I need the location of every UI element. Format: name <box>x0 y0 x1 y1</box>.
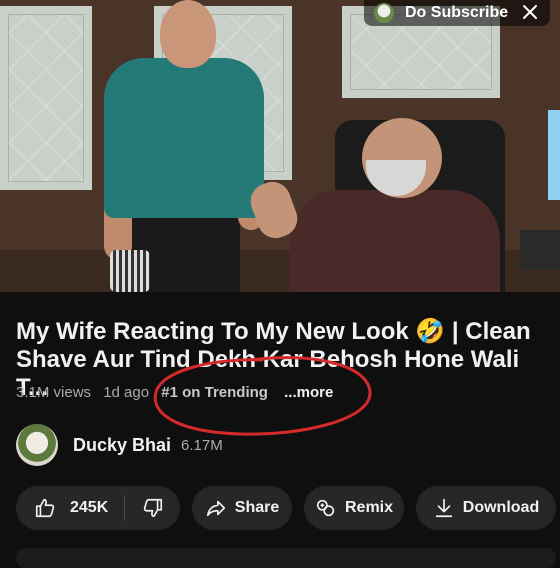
download-button[interactable]: Download <box>416 486 556 530</box>
download-label: Download <box>462 499 540 516</box>
like-count: 245K <box>70 499 109 516</box>
share-button[interactable]: Share <box>192 486 292 530</box>
subscribe-overlay[interactable]: Do Subscribe <box>364 0 550 26</box>
more-link[interactable]: ...more <box>284 384 333 401</box>
desk-item <box>520 230 560 270</box>
video-player[interactable] <box>0 0 560 292</box>
subscriber-count: 6.17M <box>181 436 223 454</box>
comments-preview[interactable] <box>16 548 556 568</box>
remix-icon <box>316 499 335 517</box>
video-meta[interactable]: 3.1M views 1d ago #1 on Trending ...more <box>16 384 341 401</box>
dislike-button[interactable] <box>125 486 180 530</box>
channel-row[interactable]: Ducky Bhai 6.17M <box>16 424 223 466</box>
person-seated-body <box>290 190 500 292</box>
close-icon[interactable] <box>520 2 540 22</box>
remix-label: Remix <box>344 499 394 516</box>
window-left <box>0 0 98 196</box>
channel-name[interactable]: Ducky Bhai <box>73 435 171 456</box>
bag <box>110 250 150 292</box>
monitor <box>548 110 560 200</box>
download-icon <box>435 498 452 518</box>
trending-badge[interactable]: #1 on Trending <box>161 384 268 401</box>
like-dislike-group: 245K <box>16 486 180 530</box>
person-standing-head <box>160 0 216 68</box>
channel-avatar-icon <box>374 3 394 23</box>
thumbs-up-icon <box>35 498 55 518</box>
remix-button[interactable]: Remix <box>304 486 404 530</box>
subscribe-label: Do Subscribe <box>405 4 509 21</box>
like-button[interactable]: 245K <box>16 486 124 530</box>
share-label: Share <box>234 499 280 516</box>
share-arrow-icon <box>206 500 225 517</box>
upload-age: 1d ago <box>103 384 150 401</box>
view-count: 3.1M views <box>16 384 92 401</box>
channel-avatar[interactable] <box>16 424 58 466</box>
person-standing-shirt <box>104 58 264 218</box>
thumbs-down-icon <box>143 498 162 518</box>
